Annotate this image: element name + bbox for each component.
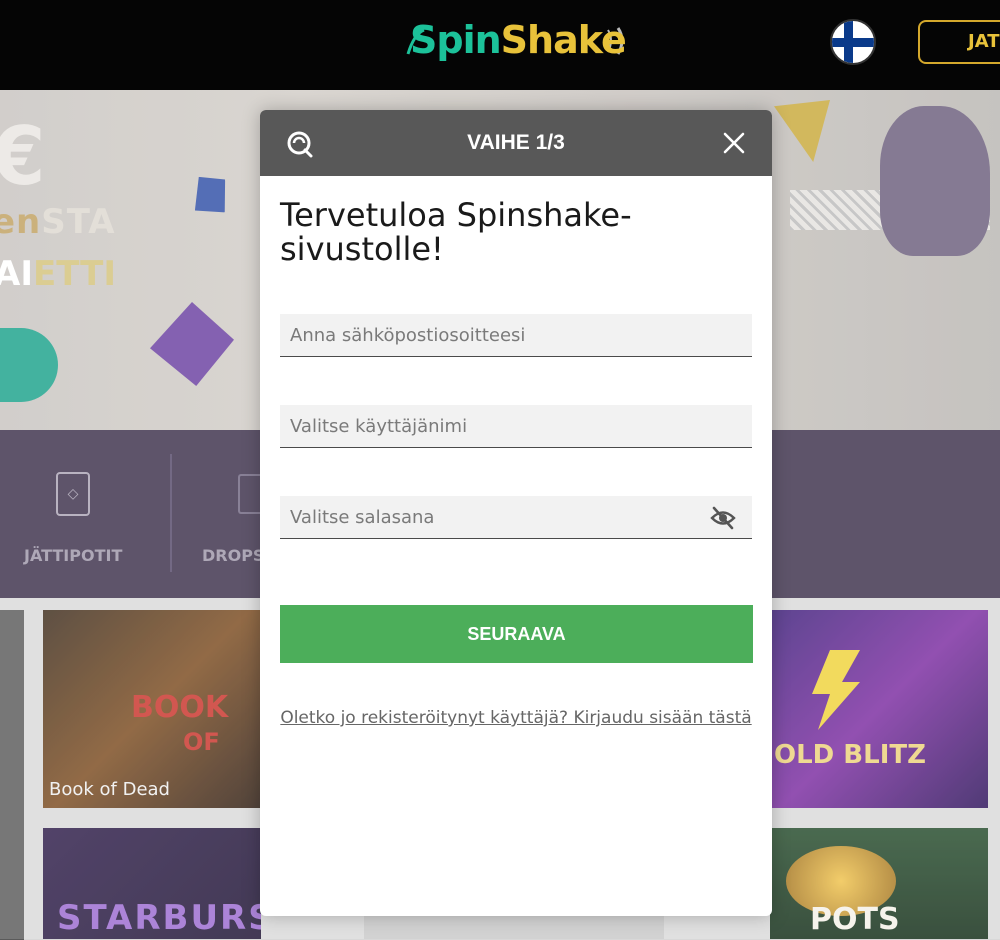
logo[interactable]: SpinShake <box>410 18 627 62</box>
welcome-heading: Tervetuloa Spinshake-sivustolle! <box>280 196 632 268</box>
top-bar: SpinShake JAT <box>0 0 1000 90</box>
eye-off-icon[interactable] <box>710 506 736 530</box>
close-icon[interactable] <box>722 131 746 155</box>
password-field[interactable] <box>280 496 752 539</box>
finland-flag-icon[interactable] <box>830 19 876 65</box>
top-join-button[interactable]: JAT <box>918 20 1000 64</box>
modal-header: VAIHE 1/3 <box>260 110 772 176</box>
username-field[interactable] <box>280 405 752 448</box>
step-title: VAIHE 1/3 <box>467 131 565 154</box>
next-button[interactable]: SEURAAVA <box>280 605 753 663</box>
email-field[interactable] <box>280 314 752 357</box>
registration-modal: VAIHE 1/3 Tervetuloa Spinshake-sivustoll… <box>260 110 772 916</box>
logo-shake-text: Shake <box>500 18 627 62</box>
login-link[interactable]: Oletko jo rekisteröitynyt käyttäjä? Kirj… <box>260 708 772 728</box>
logo-spin-text: Spin <box>410 18 502 62</box>
